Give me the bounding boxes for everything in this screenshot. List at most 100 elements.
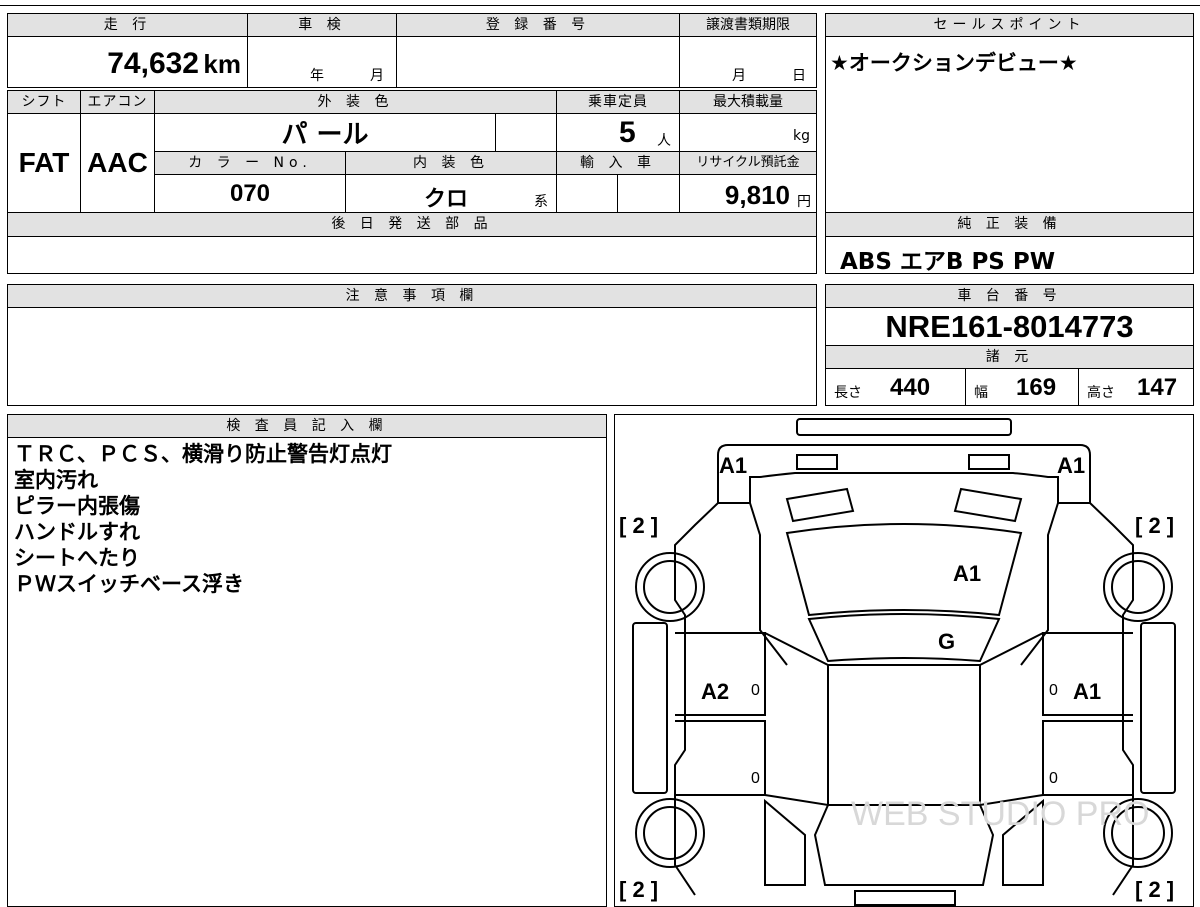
- transfer-day: 日: [792, 68, 806, 84]
- interior-color-cell: クロ 系: [345, 174, 557, 213]
- inspector-notes: ＴＲＣ、ＰＣＳ、横滑り防止警告灯点灯 室内汚れ ピラー内張傷 ハンドルすれ シー…: [14, 441, 392, 597]
- sales-point-header: セールスポイント: [825, 13, 1194, 37]
- equipment-header: 純 正 装 備: [825, 212, 1194, 237]
- note-line: ピラー内張傷: [14, 494, 140, 518]
- front-left-wheel: [635, 552, 705, 622]
- top-strip: [0, 0, 1200, 6]
- damage-diagram-panel: WEB STUDIO PRO A1 A1 A1 G A2 A1 [ 2 ] [ …: [614, 414, 1194, 907]
- note-line: シートへたり: [14, 546, 140, 570]
- note-line: ＰＷスイッチベース浮き: [14, 572, 244, 596]
- shift-value: FAT: [18, 147, 70, 178]
- rear-bumper: [854, 890, 956, 906]
- damage-front-right: A1: [1057, 453, 1085, 478]
- chassis-cell: NRE161-8014773: [825, 307, 1194, 346]
- inspection-cell: 年 月: [247, 36, 397, 88]
- inspector-cell: ＴＲＣ、ＰＣＳ、横滑り防止警告灯点灯 室内汚れ ピラー内張傷 ハンドルすれ シー…: [7, 437, 607, 907]
- hood: [785, 523, 1023, 617]
- width-label: 幅: [974, 385, 988, 401]
- left-rear-quarter: [764, 798, 806, 886]
- left-marker-lamp: [796, 454, 838, 470]
- damage-windshield: G: [938, 629, 955, 654]
- length-label: 長さ: [834, 385, 862, 401]
- interior-color-suffix: 系: [534, 194, 548, 210]
- exterior-color-extra-cell: [495, 113, 557, 152]
- door-mark: 0: [751, 770, 760, 787]
- exterior-color-value: パ ール: [281, 120, 369, 150]
- interior-color-value: クロ: [424, 187, 469, 212]
- caution-cell: [7, 307, 817, 406]
- color-no-value: 070: [229, 179, 271, 207]
- import-cell-right: [617, 174, 680, 213]
- inspector-header: 検 査 員 記 入 欄: [7, 414, 607, 438]
- width-cell: 幅 169: [965, 368, 1079, 406]
- left-headlight: [785, 487, 855, 523]
- sales-point-value: ★オークションデビュー★: [830, 51, 1078, 75]
- mileage-header: 走 行: [7, 13, 248, 37]
- inspection-year: 年: [310, 68, 324, 84]
- mileage-value: 74,632: [107, 47, 199, 80]
- equipment-value: ABS エアB PS PW: [840, 249, 1056, 275]
- width-value: 169: [1016, 374, 1057, 401]
- length-cell: 長さ 440: [825, 368, 966, 406]
- sales-point-cell: ★オークションデビュー★: [825, 36, 1194, 213]
- vehicle-diagram: WEB STUDIO PRO A1 A1 A1 G A2 A1 [ 2 ] [ …: [619, 418, 1176, 906]
- mileage-unit: km: [203, 49, 241, 79]
- recycle-unit: 円: [797, 194, 811, 210]
- windshield: [807, 613, 1001, 663]
- recycle-header: リサイクル預託金: [679, 151, 817, 175]
- inspection-header: 車 検: [247, 13, 397, 37]
- roof: [827, 664, 981, 806]
- tire-front-right: [ 2 ]: [1135, 513, 1174, 538]
- mileage-cell: 74,632 km: [7, 36, 248, 88]
- damage-left-front-door: A2: [701, 679, 729, 704]
- aircon-header: エアコン: [80, 90, 155, 114]
- front-bumper: [796, 418, 1012, 436]
- tire-rear-left: [ 2 ]: [619, 877, 658, 902]
- damage-right-front-door: A1: [1073, 679, 1101, 704]
- rear-left-wheel: [635, 798, 705, 868]
- aircon-value: AAC: [87, 147, 148, 178]
- right-side-panel: [1140, 622, 1176, 794]
- import-header: 輸 入 車: [556, 151, 680, 175]
- front-right-wheel: [1103, 552, 1173, 622]
- color-no-cell: 070: [154, 174, 346, 213]
- capacity-value: 5: [619, 116, 636, 149]
- capacity-header: 乗車定員: [556, 90, 680, 114]
- damage-front-left: A1: [719, 453, 747, 478]
- damage-hood: A1: [953, 561, 981, 586]
- height-label: 高さ: [1087, 385, 1115, 401]
- recycle-cell: 9,810 円: [679, 174, 817, 213]
- later-parts-header: 後 日 発 送 部 品: [7, 212, 817, 237]
- max-load-cell: kg: [679, 113, 817, 152]
- color-no-header: カ ラ ー No.: [154, 151, 346, 175]
- height-value: 147: [1137, 374, 1178, 401]
- chassis-value: NRE161-8014773: [885, 308, 1134, 344]
- right-headlight: [953, 487, 1023, 523]
- door-mark: 0: [1049, 770, 1058, 787]
- capacity-cell: 5 人: [556, 113, 680, 152]
- shift-cell: FAT: [7, 113, 81, 213]
- note-line: ハンドルすれ: [14, 520, 140, 544]
- transfer-month: 月: [732, 68, 746, 84]
- tire-front-left: [ 2 ]: [619, 513, 658, 538]
- max-load-header: 最大積載量: [679, 90, 817, 114]
- tire-rear-right: [ 2 ]: [1135, 877, 1174, 902]
- chassis-header: 車 台 番 号: [825, 284, 1194, 308]
- equipment-cell: ABS エアB PS PW: [825, 236, 1194, 275]
- capacity-unit: 人: [657, 133, 671, 149]
- left-side-panel: [632, 622, 668, 794]
- length-value: 440: [890, 374, 931, 401]
- registration-header: 登 録 番 号: [396, 13, 680, 37]
- door-mark: 0: [751, 682, 760, 699]
- exterior-color-header: 外 装 色: [154, 90, 557, 114]
- inspection-month: 月: [370, 68, 384, 84]
- aircon-cell: AAC: [80, 113, 155, 213]
- spec-header: 諸 元: [825, 345, 1194, 369]
- note-line: ＴＲＣ、ＰＣＳ、横滑り防止警告灯点灯: [14, 442, 392, 466]
- interior-color-header: 内 装 色: [345, 151, 557, 175]
- max-load-unit: kg: [793, 128, 810, 144]
- later-parts-cell: [7, 236, 817, 274]
- right-marker-lamp: [968, 454, 1010, 470]
- door-mark: 0: [1049, 682, 1058, 699]
- watermark: WEB STUDIO PRO: [851, 795, 1149, 833]
